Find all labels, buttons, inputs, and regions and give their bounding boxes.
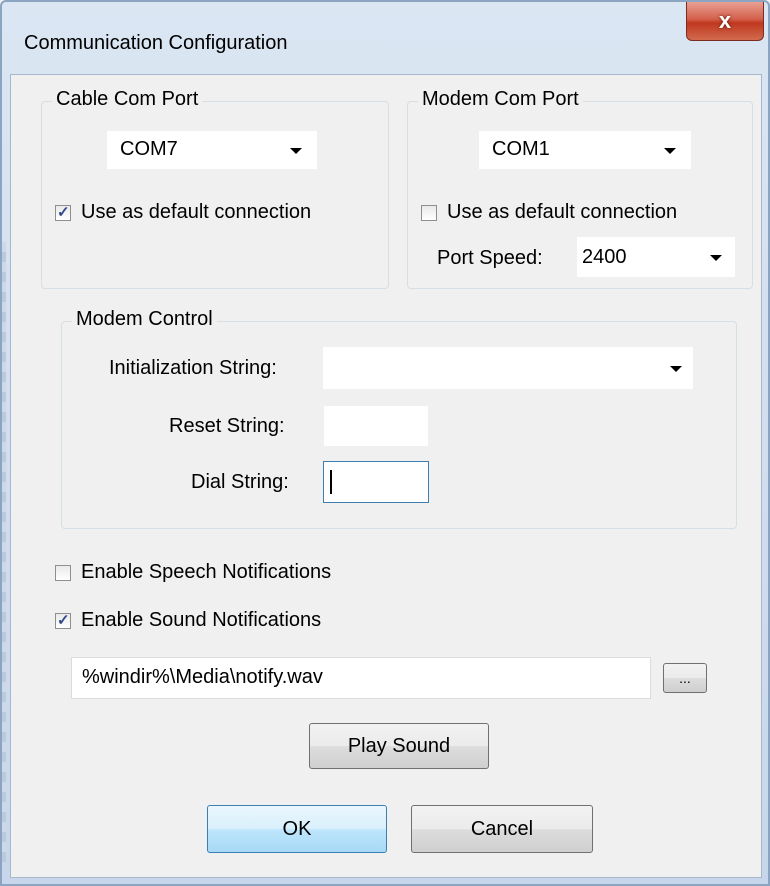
dial-string-input[interactable] <box>323 461 429 503</box>
chevron-down-icon <box>664 148 676 154</box>
sound-notifications-label: Enable Sound Notifications <box>81 609 322 631</box>
reset-string-label: Reset String: <box>169 415 285 437</box>
browse-button[interactable]: ... <box>663 663 707 693</box>
browse-label: ... <box>679 670 691 686</box>
dial-string-label: Dial String: <box>191 471 289 493</box>
cable-com-port-group: Cable Com Port <box>41 88 389 289</box>
modem-port-value: COM1 <box>492 138 550 160</box>
ok-label: OK <box>282 817 312 840</box>
text-cursor <box>330 470 332 494</box>
modem-default-checkbox[interactable] <box>421 205 437 221</box>
modem-default-label: Use as default connection <box>447 201 678 223</box>
modem-port-select[interactable]: COM1 <box>479 131 691 169</box>
modem-control-label: Modem Control <box>72 308 217 331</box>
chevron-down-icon <box>290 148 302 154</box>
checkmark-icon: ✓ <box>57 612 70 629</box>
ok-button[interactable]: OK <box>207 805 387 853</box>
play-sound-label: Play Sound <box>347 734 451 757</box>
cable-port-select[interactable]: COM7 <box>107 131 317 169</box>
window-title: Communication Configuration <box>24 32 288 54</box>
modem-com-port-label: Modem Com Port <box>418 88 583 111</box>
cable-default-checkbox[interactable]: ✓ <box>55 204 71 221</box>
cancel-button[interactable]: Cancel <box>411 805 593 853</box>
sound-path-value: %windir%\Media\notify.wav <box>82 666 323 688</box>
sound-path-input[interactable]: %windir%\Media\notify.wav <box>71 657 651 699</box>
cable-port-value: COM7 <box>120 138 178 160</box>
cable-com-port-label: Cable Com Port <box>52 88 203 111</box>
close-button[interactable]: x <box>686 2 764 41</box>
window-frame-edge <box>2 242 6 862</box>
speech-notifications-label: Enable Speech Notifications <box>81 561 332 583</box>
port-speed-value: 2400 <box>582 246 627 268</box>
reset-string-input[interactable] <box>323 405 429 447</box>
port-speed-label: Port Speed: <box>437 247 543 269</box>
speech-notifications-checkbox[interactable] <box>55 565 71 581</box>
init-string-select[interactable] <box>323 347 693 389</box>
dialog-client-area: Cable Com Port COM7 ✓ Use as default con… <box>10 74 762 878</box>
sound-notifications-checkbox[interactable]: ✓ <box>55 612 71 629</box>
cable-default-label: Use as default connection <box>81 201 312 223</box>
chevron-down-icon <box>670 366 682 372</box>
cancel-label: Cancel <box>470 817 534 840</box>
checkmark-icon: ✓ <box>57 204 70 221</box>
init-string-label: Initialization String: <box>109 357 277 379</box>
dialog-window: Communication Configuration x Cable Com … <box>0 0 770 886</box>
port-speed-select[interactable]: 2400 <box>577 237 735 277</box>
play-sound-button[interactable]: Play Sound <box>309 723 489 769</box>
chevron-down-icon <box>710 255 722 261</box>
title-bar[interactable]: Communication Configuration x <box>2 2 768 74</box>
close-icon: x <box>718 8 732 33</box>
